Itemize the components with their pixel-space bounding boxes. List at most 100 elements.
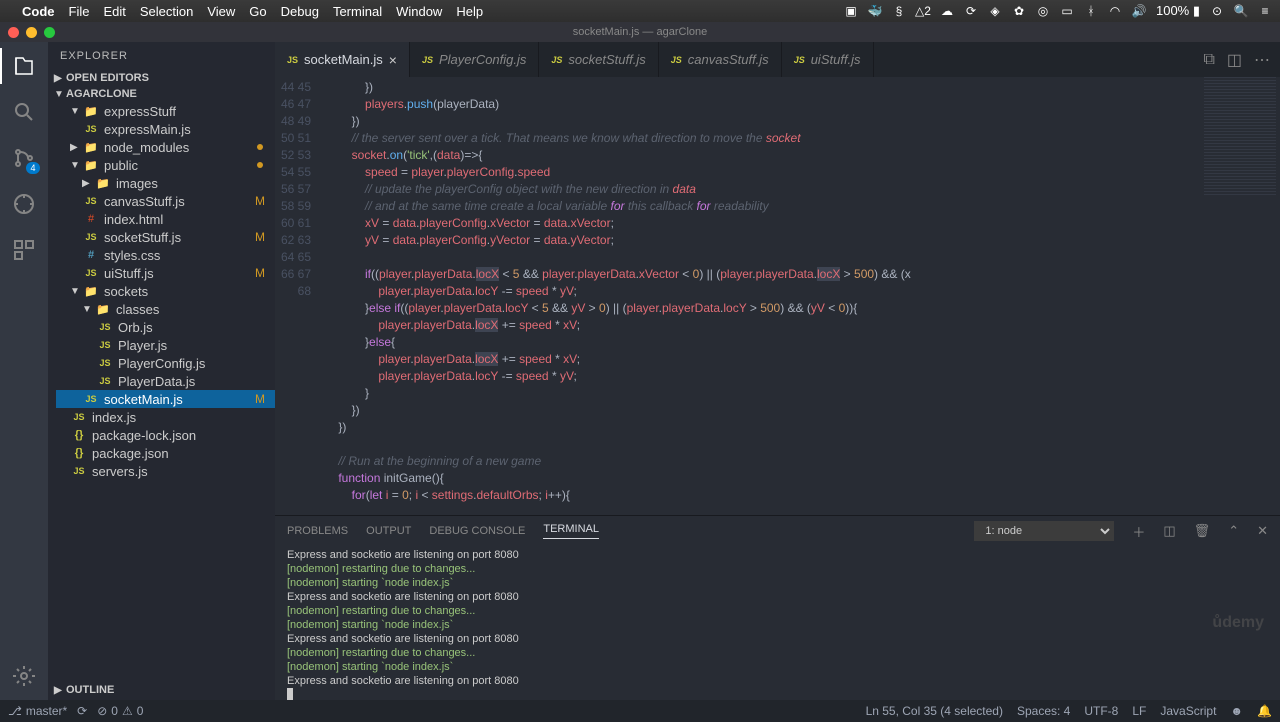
- debug-icon[interactable]: [10, 190, 38, 218]
- maximize-panel-icon[interactable]: ⌃: [1228, 523, 1239, 539]
- display-icon[interactable]: ▭: [1060, 4, 1074, 18]
- code-content[interactable]: }) players.push(playerData) }) // the se…: [325, 77, 1200, 515]
- panel-tab-problems[interactable]: PROBLEMS: [287, 525, 348, 537]
- notification-icon[interactable]: △2: [916, 4, 930, 18]
- feedback-icon[interactable]: ☻: [1230, 704, 1243, 718]
- editor-tabbar: JSsocketMain.js× JSPlayerConfig.js JSsoc…: [275, 42, 1280, 77]
- file-player[interactable]: JSPlayer.js: [56, 336, 275, 354]
- file-styles-css[interactable]: #styles.css: [56, 246, 275, 264]
- menu-view[interactable]: View: [207, 4, 235, 19]
- minimize-window-button[interactable]: [26, 27, 37, 38]
- file-playerData[interactable]: JSPlayerData.js: [56, 372, 275, 390]
- system-tray: ▣ 🐳 § △2 ☁ ⟳ ◈ ✿ ◎ ▭ ᚼ ◠ 🔊 100% ▮ ⊙ 🔍 ≡: [844, 3, 1272, 19]
- terminal-select[interactable]: 1: node: [974, 521, 1114, 541]
- dropbox-icon[interactable]: ◈: [988, 4, 1002, 18]
- menu-window[interactable]: Window: [396, 4, 442, 19]
- source-control-icon[interactable]: 4: [10, 144, 38, 172]
- language-mode[interactable]: JavaScript: [1160, 704, 1216, 718]
- battery-indicator[interactable]: 100% ▮: [1156, 3, 1200, 19]
- close-panel-icon[interactable]: ✕: [1257, 523, 1268, 539]
- git-branch[interactable]: ⎇ master*: [8, 704, 67, 718]
- folder-public[interactable]: ▼📁public: [56, 156, 275, 174]
- panel-tab-output[interactable]: OUTPUT: [366, 525, 411, 537]
- code-editor[interactable]: 44 45 46 47 48 49 50 51 52 53 54 55 56 5…: [275, 77, 1200, 515]
- window-titlebar: socketMain.js — agarClone: [0, 22, 1280, 42]
- file-canvasStuff[interactable]: JScanvasStuff.jsM: [56, 192, 275, 210]
- docker-icon[interactable]: 🐳: [868, 4, 882, 18]
- tray-icon[interactable]: ▣: [844, 4, 858, 18]
- problems-status[interactable]: ⊘ 0 ⚠ 0: [97, 704, 143, 718]
- explorer-sidebar: EXPLORER ▶OPEN EDITORS ▼AGARCLONE ▼📁expr…: [48, 42, 275, 700]
- bluetooth-icon[interactable]: ᚼ: [1084, 4, 1098, 18]
- wifi-icon[interactable]: ◠: [1108, 4, 1122, 18]
- folder-images[interactable]: ▶📁images: [56, 174, 275, 192]
- close-tab-icon[interactable]: ×: [389, 52, 397, 68]
- extensions-icon[interactable]: [10, 236, 38, 264]
- cursor-position[interactable]: Ln 55, Col 35 (4 selected): [866, 704, 1003, 718]
- file-orb[interactable]: JSOrb.js: [56, 318, 275, 336]
- folder-expressStuff[interactable]: ▼📁expressStuff: [56, 102, 275, 120]
- maximize-window-button[interactable]: [44, 27, 55, 38]
- project-section[interactable]: ▼AGARCLONE: [48, 86, 275, 102]
- more-icon[interactable]: ⋯: [1254, 50, 1270, 70]
- volume-icon[interactable]: 🔊: [1132, 4, 1146, 18]
- file-package-lock[interactable]: {}package-lock.json: [56, 426, 275, 444]
- sync-icon[interactable]: ⟳: [964, 4, 978, 18]
- menu-terminal[interactable]: Terminal: [333, 4, 382, 19]
- new-terminal-icon[interactable]: ＋: [1132, 522, 1145, 541]
- tray-icon-2[interactable]: ✿: [1012, 4, 1026, 18]
- tab-uiStuff[interactable]: JSuiStuff.js: [782, 42, 874, 77]
- folder-classes[interactable]: ▼📁classes: [56, 300, 275, 318]
- file-package-json[interactable]: {}package.json: [56, 444, 275, 462]
- close-window-button[interactable]: [8, 27, 19, 38]
- tray-icon-3[interactable]: ◎: [1036, 4, 1050, 18]
- file-index-html[interactable]: #index.html: [56, 210, 275, 228]
- outline-section[interactable]: ▶OUTLINE: [48, 682, 275, 698]
- file-index-js[interactable]: JSindex.js: [56, 408, 275, 426]
- sync-button[interactable]: ⟳: [77, 704, 87, 718]
- indentation[interactable]: Spaces: 4: [1017, 704, 1070, 718]
- siri-icon[interactable]: ≡: [1258, 4, 1272, 18]
- spotlight-icon[interactable]: 🔍: [1234, 4, 1248, 18]
- menu-help[interactable]: Help: [456, 4, 483, 19]
- panel-tab-terminal[interactable]: TERMINAL: [543, 523, 599, 539]
- explorer-icon[interactable]: [10, 52, 38, 80]
- app-name[interactable]: Code: [22, 4, 55, 19]
- split-terminal-icon[interactable]: ◫: [1163, 523, 1175, 539]
- encoding[interactable]: UTF-8: [1084, 704, 1118, 718]
- file-servers[interactable]: JSservers.js: [56, 462, 275, 480]
- menu-selection[interactable]: Selection: [140, 4, 193, 19]
- file-expressMain[interactable]: JSexpressMain.js: [56, 120, 275, 138]
- scm-badge: 4: [26, 162, 40, 174]
- file-socketStuff[interactable]: JSsocketStuff.jsM: [56, 228, 275, 246]
- tab-canvasStuff[interactable]: JScanvasStuff.js: [659, 42, 782, 77]
- folder-node-modules[interactable]: ▶📁node_modules: [56, 138, 275, 156]
- cloud-icon[interactable]: ☁: [940, 4, 954, 18]
- folder-sockets[interactable]: ▼📁sockets: [56, 282, 275, 300]
- file-uiStuff[interactable]: JSuiStuff.jsM: [56, 264, 275, 282]
- tab-playerConfig[interactable]: JSPlayerConfig.js: [410, 42, 539, 77]
- settings-gear-icon[interactable]: [10, 662, 38, 690]
- udemy-watermark: ůdemy: [1212, 614, 1264, 632]
- terminal-output[interactable]: Express and socketio are listening on po…: [275, 546, 1280, 700]
- notifications-icon[interactable]: 🔔: [1257, 704, 1272, 718]
- tab-socketMain[interactable]: JSsocketMain.js×: [275, 42, 410, 77]
- activity-bar: 4: [0, 42, 48, 700]
- menu-file[interactable]: File: [69, 4, 90, 19]
- split-editor-icon[interactable]: ◫: [1227, 50, 1242, 70]
- file-playerConfig[interactable]: JSPlayerConfig.js: [56, 354, 275, 372]
- compare-icon[interactable]: ⧉: [1203, 51, 1214, 69]
- kill-terminal-icon[interactable]: 🗑: [1194, 523, 1211, 539]
- menu-edit[interactable]: Edit: [103, 4, 125, 19]
- panel-tab-debug[interactable]: DEBUG CONSOLE: [429, 525, 525, 537]
- menu-debug[interactable]: Debug: [281, 4, 319, 19]
- search-icon[interactable]: [10, 98, 38, 126]
- open-editors-section[interactable]: ▶OPEN EDITORS: [48, 70, 275, 86]
- minimap[interactable]: [1200, 77, 1280, 515]
- eol[interactable]: LF: [1132, 704, 1146, 718]
- slack-icon[interactable]: §: [892, 4, 906, 18]
- menu-go[interactable]: Go: [249, 4, 266, 19]
- clock-icon[interactable]: ⊙: [1210, 4, 1224, 18]
- file-socketMain[interactable]: JSsocketMain.jsM: [56, 390, 275, 408]
- tab-socketStuff[interactable]: JSsocketStuff.js: [539, 42, 658, 77]
